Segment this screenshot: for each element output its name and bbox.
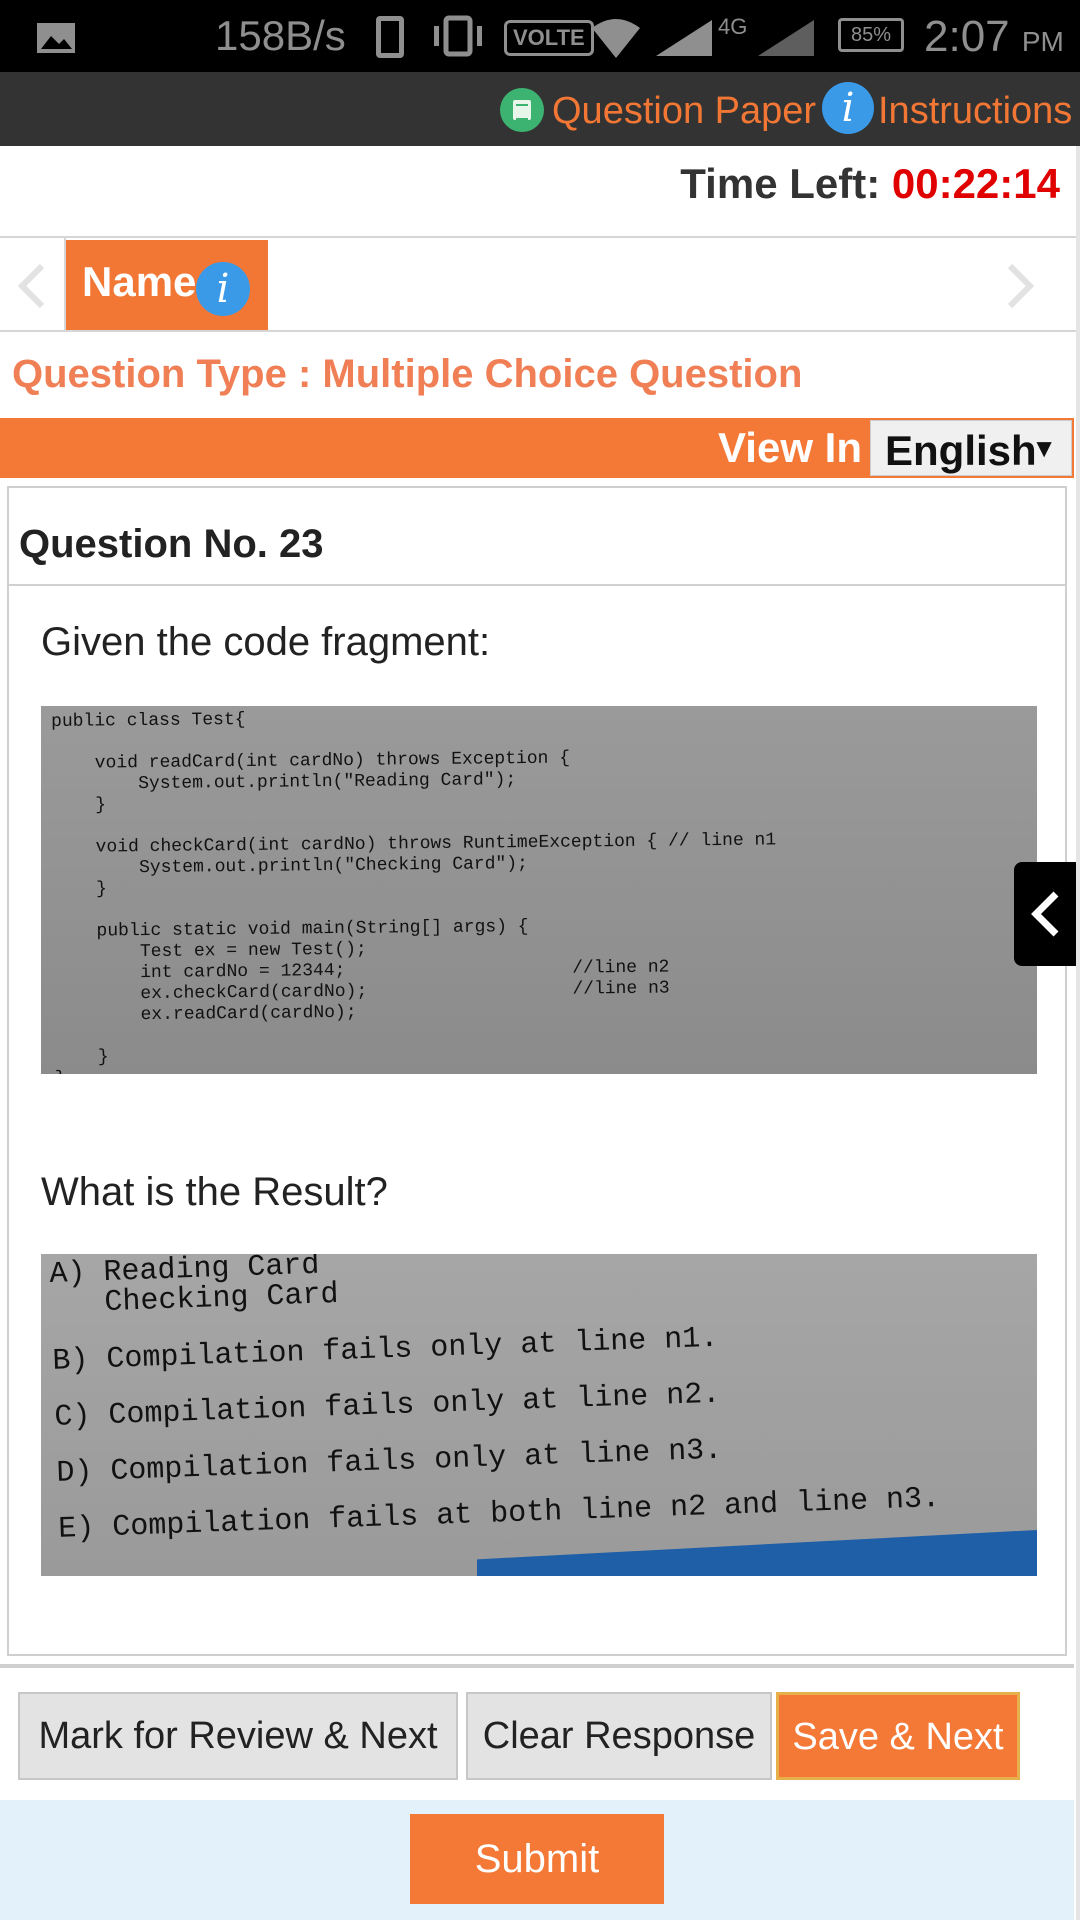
chevron-left-icon bbox=[1031, 891, 1059, 937]
clock: 2:07 PM bbox=[924, 12, 1064, 62]
question-prompt: What is the Result? bbox=[41, 1170, 388, 1214]
submit-area: Submit bbox=[0, 1800, 1074, 1920]
signal-icon bbox=[758, 20, 814, 56]
section-tab-label: Name bbox=[82, 258, 197, 305]
chevron-left-icon[interactable] bbox=[12, 262, 52, 310]
info-icon[interactable]: i bbox=[196, 262, 250, 316]
side-panel-toggle[interactable] bbox=[1014, 862, 1076, 966]
time-left-value: 00:22:14 bbox=[891, 160, 1060, 207]
question-intro: Given the code fragment: bbox=[41, 620, 491, 664]
clear-response-button[interactable]: Clear Response bbox=[466, 1692, 772, 1780]
code-image: public class Test{ void readCard(int car… bbox=[41, 706, 1037, 1074]
question-type: Question Type : Multiple Choice Question bbox=[12, 352, 803, 396]
instructions-link[interactable]: Instructions bbox=[878, 90, 1072, 133]
question-paper-link[interactable]: Question Paper bbox=[552, 90, 816, 133]
top-nav: Question Paper i Instructions bbox=[0, 72, 1080, 146]
phone-icon bbox=[376, 16, 404, 58]
language-select[interactable]: English ▼ bbox=[870, 420, 1072, 476]
language-bar: View In English ▼ bbox=[0, 418, 1074, 478]
divider bbox=[0, 330, 1080, 332]
volte-badge: VOLTE bbox=[504, 20, 594, 56]
mark-review-button[interactable]: Mark for Review & Next bbox=[18, 1692, 458, 1780]
divider bbox=[9, 584, 1065, 586]
network-type: 4G bbox=[718, 14, 748, 39]
options-image: A) Reading Card Checking Card B) Compilat… bbox=[41, 1254, 1037, 1576]
options-list: A) Reading Card Checking Card B) Compilat… bbox=[49, 1254, 941, 1558]
status-bar: 158B/s VOLTE 4G 85% 2:07 PM bbox=[0, 0, 1080, 72]
chevron-down-icon: ▼ bbox=[1031, 433, 1057, 463]
view-in-label: View In bbox=[718, 424, 862, 471]
question-number: Question No. 23 bbox=[19, 522, 324, 566]
question-panel: Question No. 23 Given the code fragment:… bbox=[7, 486, 1067, 1656]
question-paper-icon[interactable] bbox=[500, 88, 544, 132]
save-next-button[interactable]: Save & Next bbox=[776, 1692, 1020, 1780]
time-left-label: Time Left: bbox=[680, 160, 892, 207]
vibrate-icon bbox=[434, 15, 482, 57]
section-tab-name[interactable]: Name i bbox=[66, 240, 268, 330]
clock-ampm: PM bbox=[1021, 26, 1064, 57]
chevron-right-icon[interactable] bbox=[1000, 262, 1040, 310]
submit-button[interactable]: Submit bbox=[410, 1814, 664, 1904]
info-icon[interactable]: i bbox=[822, 82, 874, 134]
section-tabs: Name i bbox=[0, 238, 1080, 332]
clock-time: 2:07 bbox=[924, 12, 1010, 61]
net-speed: 158B/s bbox=[215, 12, 346, 59]
time-left: Time Left: 00:22:14 bbox=[680, 160, 1060, 208]
signal-icon bbox=[656, 20, 712, 56]
wifi-icon bbox=[592, 19, 640, 58]
battery-indicator: 85% bbox=[838, 18, 904, 52]
gallery-icon bbox=[37, 23, 75, 53]
action-bar: Mark for Review & Next Clear Response Sa… bbox=[0, 1664, 1074, 1798]
code-fragment: public class Test{ void readCard(int car… bbox=[51, 709, 777, 1074]
language-value: English bbox=[885, 427, 1037, 474]
scroll-edge bbox=[1076, 146, 1080, 1920]
